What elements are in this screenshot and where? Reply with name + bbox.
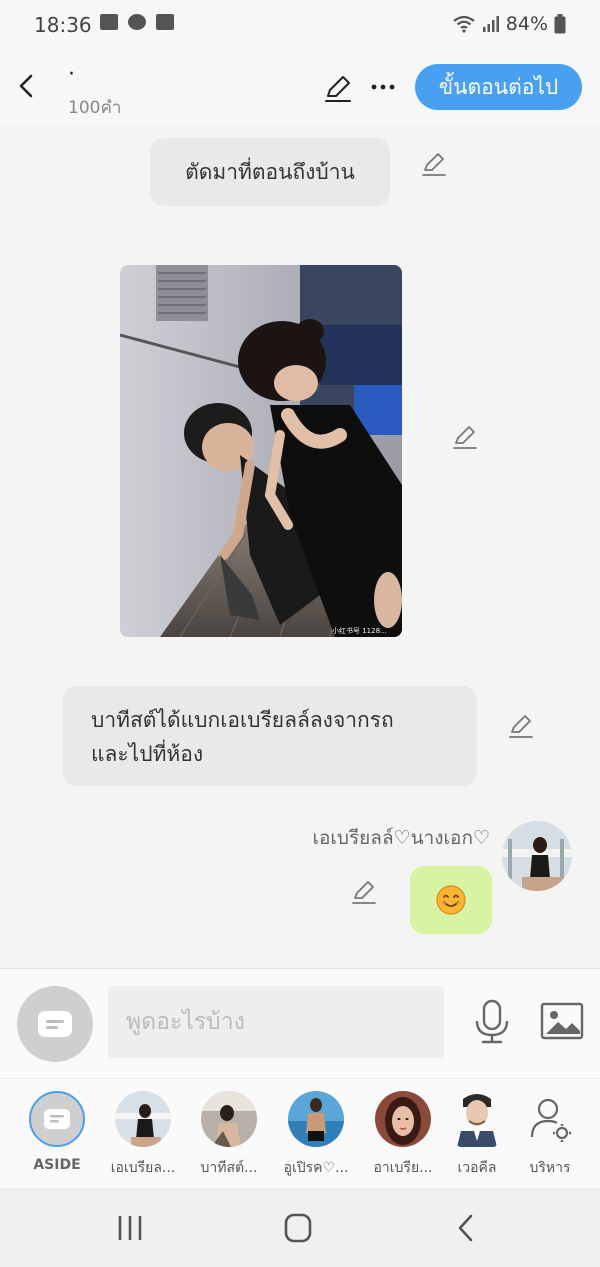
character-label: เวอคีล (457, 1160, 497, 1176)
avatar (29, 1091, 85, 1147)
manage-characters-button[interactable]: บริหาร (515, 1091, 585, 1179)
status-time: 18:36 (34, 13, 92, 37)
chevron-left-icon (19, 74, 33, 98)
battery-percent: 84% (505, 13, 548, 35)
character-name: เอเบรียลล์♡นางเอก♡ (312, 827, 491, 849)
folder-notification-icon (156, 14, 174, 30)
status-bar: 18:36 84% (0, 0, 600, 50)
narration-text: บาทีสต์ได้แบกเอเบรียลล์ลงจากรถ และไปที่ห… (91, 701, 394, 771)
pencil-icon (325, 76, 351, 102)
more-options-button[interactable] (370, 72, 396, 102)
edit-message-button[interactable] (451, 423, 479, 451)
message-box-icon (44, 1109, 70, 1129)
recent-apps-icon (118, 1216, 142, 1240)
word-count: 100คำ (68, 98, 122, 118)
header: · 100คำ ขั้นตอนต่อไป (0, 50, 600, 124)
character-item[interactable]: เอเบรียล... (105, 1091, 181, 1179)
avatar (375, 1091, 431, 1147)
recent-apps-button[interactable] (110, 1210, 150, 1246)
character-item[interactable]: เวอคีล (446, 1091, 508, 1179)
microphone-button[interactable] (472, 999, 512, 1045)
pencil-icon (352, 881, 376, 904)
narration-line: บาทีสต์ได้แบกเอเบรียลล์ลงจากรถ (91, 708, 394, 732)
edit-message-button[interactable] (507, 712, 535, 740)
avatar (201, 1091, 257, 1147)
couple-photo: 小红书号 1128... (120, 265, 402, 637)
narration-text: ตัดมาที่ตอนถึงบ้าน (185, 160, 355, 184)
character-item[interactable]: บาทีสต์... (191, 1091, 267, 1179)
character-label: บาทีสต์... (200, 1160, 258, 1176)
back-button[interactable] (12, 68, 42, 104)
character-label: เอเบรียล... (110, 1160, 176, 1176)
more-dots-icon (371, 84, 395, 90)
character-label: อาเบรีย... (373, 1160, 433, 1176)
message-input[interactable] (108, 986, 444, 1058)
signal-icon (482, 15, 500, 33)
avatar (457, 1091, 497, 1147)
narration-bubble[interactable]: บาทีสต์ได้แบกเอเบรียลล์ลงจากรถ และไปที่ห… (63, 686, 477, 786)
input-bar (0, 968, 600, 1078)
story-title: · (68, 62, 75, 87)
chat-area[interactable]: ตัดมาที่ตอนถึงบ้าน 小红书号 1128... บาทีสต์ไ… (0, 124, 600, 968)
character-avatar[interactable] (502, 821, 572, 891)
notification-icons (100, 14, 174, 30)
character-item[interactable]: อูเปิรค♡... (278, 1091, 354, 1179)
character-message-bubble[interactable] (410, 866, 492, 934)
edit-message-button[interactable] (420, 150, 448, 178)
system-back-button[interactable] (446, 1210, 486, 1246)
wifi-icon (452, 15, 476, 33)
photo-message[interactable]: 小红书号 1128... (120, 265, 402, 637)
message-box-icon (38, 1011, 72, 1037)
character-item-aside[interactable]: ASIDE (19, 1091, 95, 1173)
next-step-button[interactable]: ขั้นตอนต่อไป (415, 64, 582, 110)
navigation-bar (0, 1188, 600, 1267)
home-icon (284, 1213, 312, 1243)
battery-icon (554, 14, 566, 34)
microphone-icon (475, 999, 509, 1044)
character-label: ASIDE (33, 1157, 81, 1173)
status-right: 84% (452, 13, 566, 35)
gallery-notification-icon (100, 14, 118, 30)
edit-message-button[interactable] (350, 878, 378, 906)
manage-icon (522, 1091, 578, 1147)
pencil-icon (453, 426, 477, 449)
character-selector: ASIDE เอเบรียล... บาทีสต์... อูเปิรค♡...… (0, 1078, 600, 1188)
home-button[interactable] (278, 1210, 318, 1246)
chat-notification-icon (128, 14, 146, 30)
chevron-left-icon (458, 1214, 473, 1242)
narration-bubble[interactable]: ตัดมาที่ตอนถึงบ้าน (150, 138, 390, 206)
pencil-icon (422, 153, 446, 176)
pencil-icon (509, 715, 533, 738)
character-label: อูเปิรค♡... (283, 1160, 349, 1176)
aside-toggle-button[interactable] (17, 986, 93, 1062)
avatar (288, 1091, 344, 1147)
image-picker-button[interactable] (540, 1001, 584, 1041)
photo-watermark: 小红书号 1128... (332, 626, 387, 635)
image-icon (540, 1002, 584, 1040)
smiley-emoji-icon (436, 885, 466, 915)
character-item[interactable]: อาเบรีย... (365, 1091, 441, 1179)
character-label: บริหาร (529, 1160, 571, 1176)
avatar (115, 1091, 171, 1147)
narration-line: และไปที่ห้อง (91, 742, 204, 766)
edit-title-button[interactable] (322, 72, 354, 104)
